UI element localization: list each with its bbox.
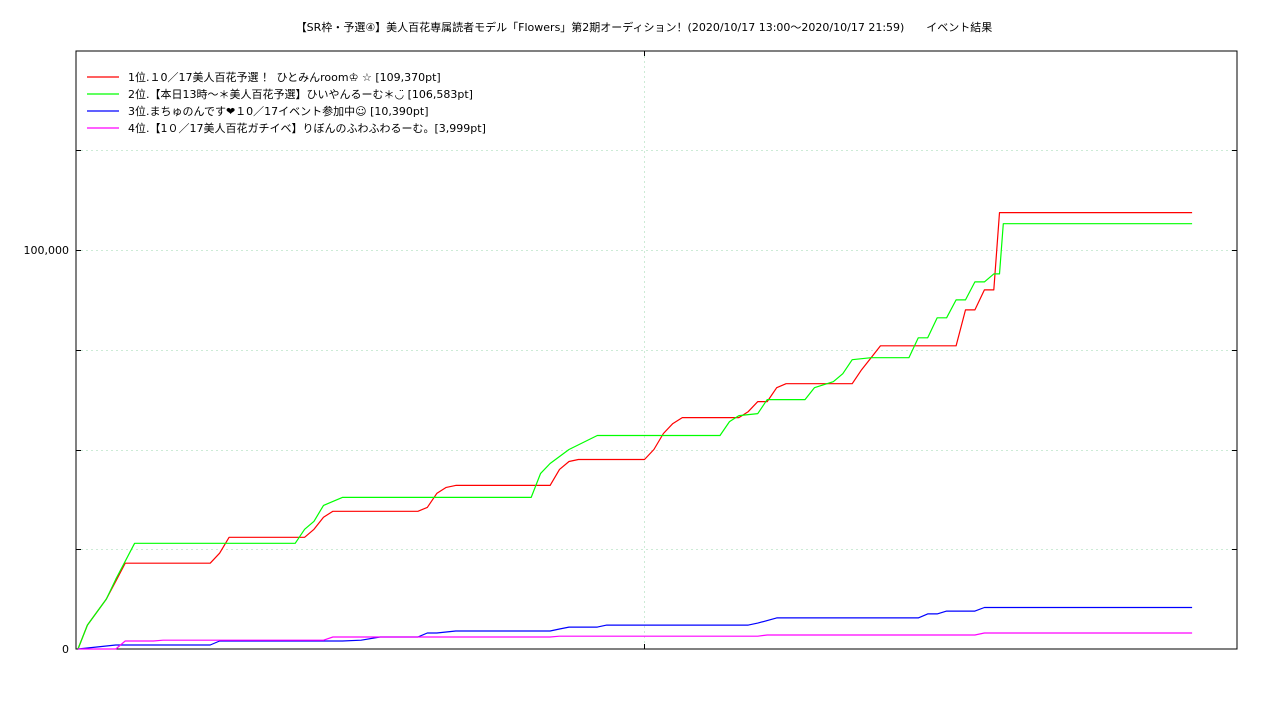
legend-label-3: 3位.まちゅのんです❤１0／17イベント参加中☺ [10,390pt]	[128, 104, 429, 118]
legend-label-4: 4位.【1０／17美人百花ガチイベ】りぼんのふわふわるーむ。[3,999pt]	[128, 121, 486, 135]
series-line-2	[77, 223, 1193, 650]
chart-title: 【SR枠・予選④】美人百花専属読者モデル「Flowers」第2期オーディション！…	[296, 20, 993, 34]
line-chart: 【SR枠・予選④】美人百花専属読者モデル「Flowers」第2期オーディション！…	[24, 20, 1238, 656]
series-line-3	[77, 606, 1193, 650]
y-tick-label: 100,000	[24, 244, 70, 257]
axis-ticks: 0100,00010/18(日)	[24, 51, 1237, 656]
series-lines	[77, 212, 1193, 650]
legend-label-1: 1位.１0／17美人百花予選 ！ ひとみんroom♔ ☆ [109,370pt]	[128, 70, 441, 84]
legend: 1位.１0／17美人百花予選 ！ ひとみんroom♔ ☆ [109,370pt]…	[87, 70, 486, 135]
series-line-1	[77, 212, 1193, 650]
legend-label-2: 2位.【本日13時〜＊美人百花予選】ひいやんるーむ＊◡̈ [106,583pt]	[128, 87, 473, 101]
grid-lines	[76, 51, 1237, 649]
y-tick-label: 0	[62, 643, 69, 656]
